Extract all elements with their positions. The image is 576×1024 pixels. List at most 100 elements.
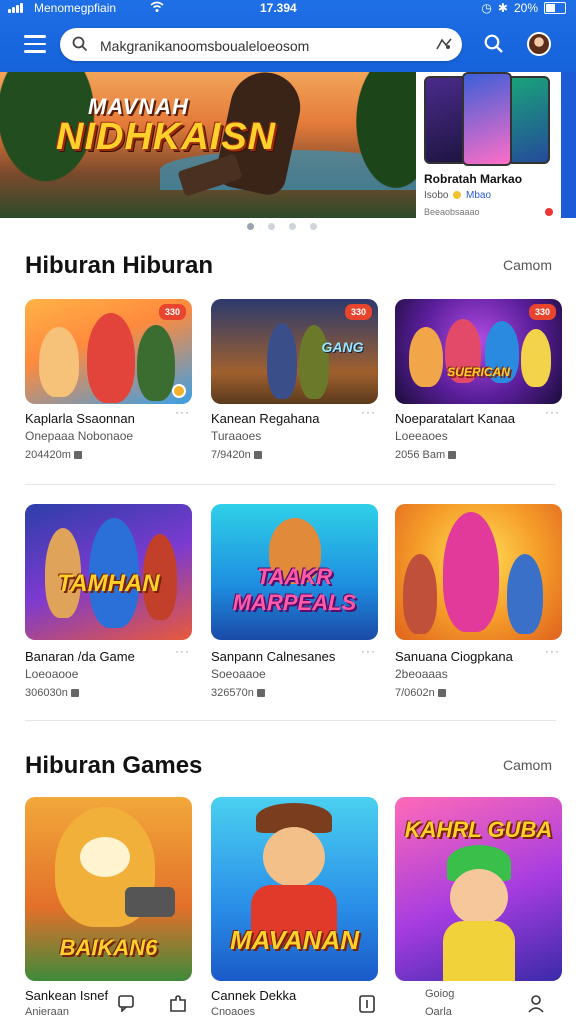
game-thumbnail [395,504,562,640]
status-bar: Menomegpfiain 17.394 ◷ ✱ 20% [0,0,576,18]
menu-icon[interactable] [24,35,46,53]
game-thumbnail: TAAKR MARPEALS [211,504,378,640]
game-card[interactable]: TAAKR MARPEALS Sanpann Calnesanes ··· So… [211,504,378,699]
status-time: 17.394 [260,1,297,15]
nav-label[interactable]: Goiog [425,988,454,1000]
see-all-link[interactable]: Camom [503,757,552,773]
more-icon[interactable]: ··· [361,405,376,419]
signal-icon [8,3,23,13]
game-subtitle: 2beoaaas [395,667,448,681]
promo-title: Robratah Markao [424,172,523,186]
price-badge: 330 [344,304,372,320]
game-title: Sanuana Ciogpkana [395,649,513,664]
library-icon[interactable] [358,994,376,1019]
more-icon[interactable]: ··· [545,644,560,658]
game-logo: SUERICAN [447,365,510,379]
nav-label[interactable]: Cannek Dekka [211,988,296,1003]
search-icon [72,36,88,57]
game-thumbnail: TAMHAN [25,504,192,640]
game-subtitle: Turaaoes [211,429,262,443]
game-thumbnail: SUERICAN 330 [395,299,562,404]
chat-icon[interactable] [117,994,135,1017]
game-meta: 306030n [25,687,79,699]
battery-icon [544,2,566,14]
download-icon [437,689,446,698]
game-logo: TAMHAN [57,570,160,597]
hero-title: NIDHKAISN [56,116,277,158]
bottom-navigation: Sankean Isnef Anieraan Cannek Dekka Cnoa… [0,984,576,1024]
download-icon [70,689,79,698]
download-icon [256,689,265,698]
section-title: Hiburan Hiburan [25,252,214,279]
nav-sublabel: Cnoaoes [211,1006,256,1018]
bluetooth-icon: ✱ [497,1,508,15]
carousel-dot[interactable] [310,223,317,230]
hero-banner[interactable]: MAVNAH NIDHKAISN Robratah Markao Isobo M… [0,72,576,218]
next-slide-peek[interactable] [561,72,576,218]
nav-sublabel: Anieraan [25,1006,70,1018]
promo-caption: Beeaobsaaao [424,207,480,217]
search-bar[interactable] [60,28,462,61]
game-subtitle: Loeeaoes [395,429,448,443]
divider [25,484,556,485]
game-card[interactable]: TAMHAN Banaran /da Game ··· Loeoaooe 306… [25,504,192,699]
game-thumbnail: GANG 330 [211,299,378,404]
see-all-link[interactable]: Camom [503,257,552,273]
app-bar: Menomegpfiain 17.394 ◷ ✱ 20% [0,0,576,72]
search-button[interactable] [484,34,504,59]
game-meta: 2056 Bam [395,449,457,461]
game-card[interactable]: MAVANAN [211,797,378,981]
more-icon[interactable]: ··· [175,405,190,419]
game-card[interactable]: SUERICAN 330 Noeparatalart Kanaa ··· Loe… [395,299,562,461]
more-icon[interactable]: ··· [545,405,560,419]
carousel-dot[interactable] [247,223,254,230]
phone-image [506,76,550,164]
game-card[interactable]: 330 Kaplarla Ssaonnan ··· Onepaaa Nobona… [25,299,192,461]
download-icon [253,451,262,460]
game-card[interactable]: KAHRL GUBA [395,797,562,981]
game-thumbnail: 330 [25,299,192,404]
battery-percent: 20% [513,1,538,15]
game-logo-icon [172,384,186,398]
carousel-dot[interactable] [289,223,296,230]
game-subtitle: Soeoaaoe [211,667,266,681]
game-card[interactable]: Sanuana Ciogpkana ··· 2beoaaas 7/0602n [395,504,562,699]
game-subtitle: Onepaaa Nobonaoe [25,429,134,443]
game-subtitle: Loeoaooe [25,667,79,681]
divider [25,720,556,721]
game-meta: 326570n [211,687,265,699]
carousel-dot[interactable] [268,223,275,230]
game-title: Kaplarla Ssaonnan [25,411,135,426]
game-meta: 204420m [25,449,82,461]
avatar[interactable] [527,32,551,56]
more-icon[interactable]: ··· [175,644,190,658]
game-card[interactable]: BAIKAN6 [25,797,192,981]
game-logo: GANG [321,339,364,355]
game-meta: 7/9420n [211,449,262,461]
game-card[interactable]: GANG 330 Kanean Regahana ··· Turaaoes 7/… [211,299,378,461]
clear-icon[interactable] [436,37,452,56]
phone-image [462,72,512,166]
wifi-icon [150,1,164,17]
nav-label[interactable]: Sankean Isnef [25,988,108,1003]
live-dot-icon [545,208,553,216]
price-badge: 330 [528,304,556,320]
download-icon [73,451,82,460]
download-icon [448,451,457,460]
game-meta: 7/0602n [395,687,446,699]
more-icon[interactable]: ··· [361,644,376,658]
price-badge: 330 [158,304,186,320]
profile-icon[interactable] [527,994,545,1019]
game-logo: BAIKAN6 [59,935,158,960]
game-title: Kanean Regahana [211,411,320,426]
game-title: Noeparatalart Kanaa [395,411,515,426]
promo-subtitle: Isobo Mbao [424,190,492,201]
alarm-icon: ◷ [481,1,492,15]
puzzle-icon[interactable] [168,994,188,1019]
search-input[interactable] [98,34,422,57]
promo-card[interactable]: Robratah Markao Isobo Mbao Beeaobsaaao [416,72,561,218]
game-title: Banaran /da Game [25,649,135,664]
game-logo: KAHRL GUBA [404,817,553,842]
carousel-dots [247,223,317,230]
hero-slide[interactable]: MAVNAH NIDHKAISN [0,72,440,218]
